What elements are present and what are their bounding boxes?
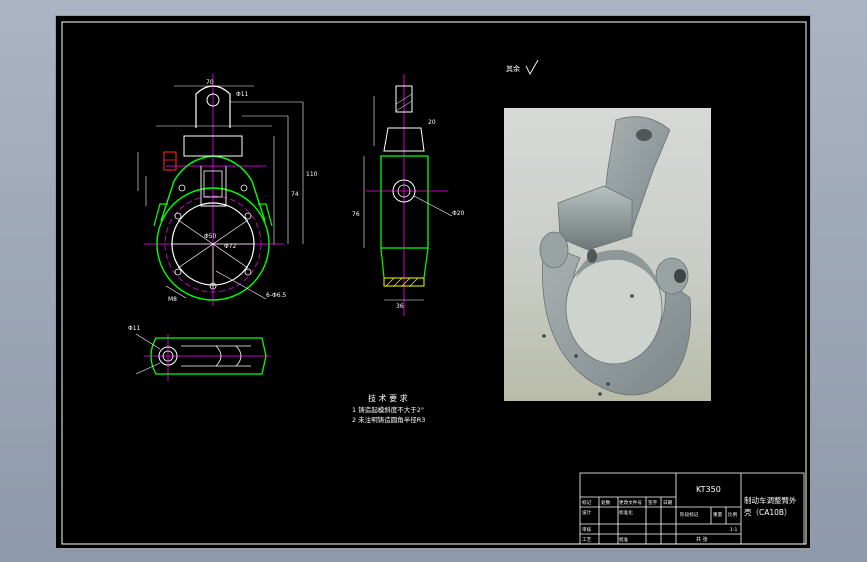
dim-height-total: 110 [306,171,318,178]
tech-req-item-2: 2 未注明铸造圆角半径R3 [352,415,425,424]
render-3d-panel [504,108,711,401]
part-name-line2: 壳（CA10B） [744,507,792,517]
dim-left-height: 74 [291,191,299,198]
dim-flange-width: 20 [428,119,436,126]
part-name-line1: 制动车调整臂外 [744,495,797,505]
tb-review: 审核 [582,526,592,533]
tb-date: 日期 [663,500,673,506]
tb-weight: 重量 [713,511,723,518]
tb-scale-value: 1:1 [730,527,737,533]
roughness-symbol [525,59,539,75]
dim-top-width: 70 [206,79,214,86]
bottom-view: Φ11 [128,325,270,381]
dim-thread: M8 [168,296,177,303]
tb-approve: 批准 [619,536,629,543]
dim-bore: Φ72 [224,243,237,250]
dim-hole-dia: Φ11 [236,91,249,98]
tb-design: 设计 [582,509,592,516]
tech-req-title: 技 术 要 求 [368,393,408,403]
tb-change-doc: 更改文件号 [619,499,642,506]
side-view: 76 Φ20 36 20 [352,74,465,316]
drawing-sheet: 70 Φ11 110 74 Φ72 Φ50 6-Φ6.5 M8 76 Φ20 3… [55,15,811,549]
part-code: KT350 [696,485,721,494]
front-view: 70 Φ11 110 74 Φ72 Φ50 6-Φ6.5 M8 [137,74,318,306]
tb-mark: 标记 [582,499,592,506]
render-3d-part [539,116,692,396]
tb-count: 处数 [601,499,611,506]
dim-view-hole: Φ11 [128,325,141,332]
tb-sign: 签字 [648,499,658,506]
tb-std: 标准化 [619,509,633,516]
tb-sheets: 共 张 [696,536,708,543]
roughness-note: 其余 [506,64,520,73]
tb-stage: 阶段标记 [680,511,699,518]
dim-side-height: 76 [352,211,360,218]
tb-scale: 比例 [728,511,738,518]
dim-side-width: 36 [396,303,404,310]
dim-center: Φ50 [204,233,217,240]
dim-hole-note: 6-Φ6.5 [266,292,286,299]
tech-req-item-1: 1 铸造起模斜度不大于2° [352,405,424,414]
tb-process: 工艺 [582,537,592,543]
dim-side-bore: Φ20 [452,210,465,217]
